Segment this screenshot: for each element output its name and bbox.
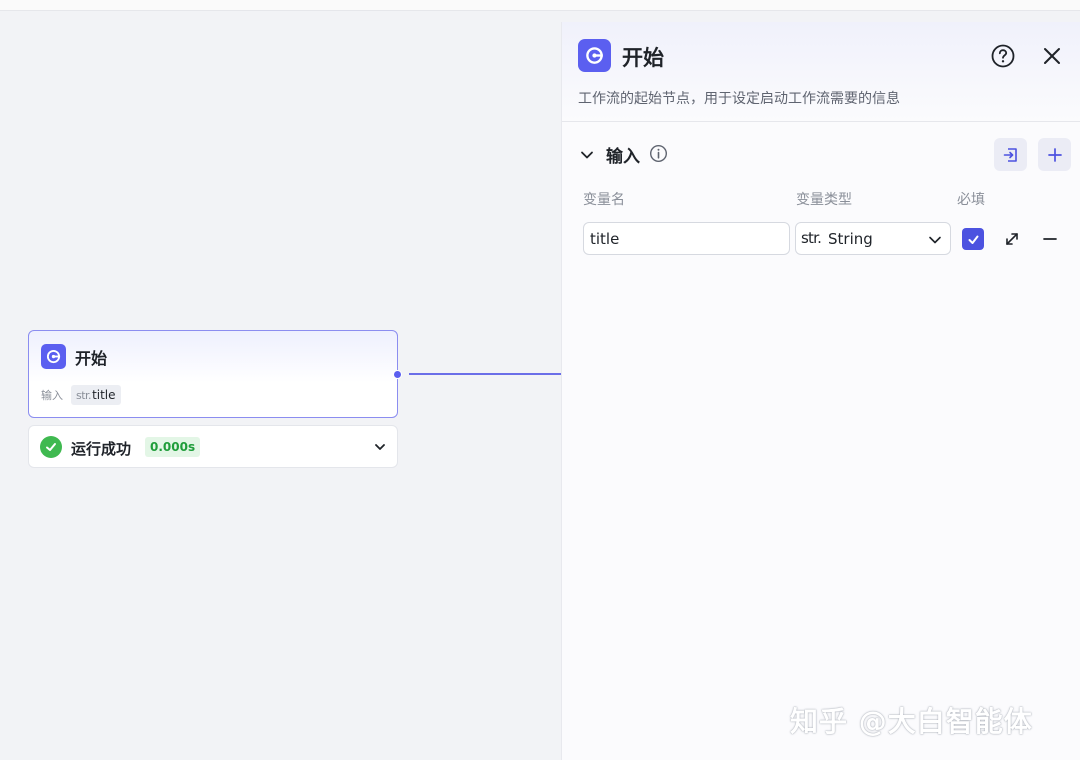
start-node-card[interactable]: 开始 输入 str. title [28,330,398,418]
start-node-icon [578,39,611,72]
success-check-icon [40,436,62,458]
watermark-text: 知乎 @大白智能体 [790,705,1033,738]
panel-title: 开始 [622,46,664,70]
node-config-panel: 开始 工作流的起始节点，用于设定启动工作流需要的信息 输入 变量名 变量类型 必… [561,22,1080,760]
node-title: 开始 [75,348,108,368]
node-header: 开始 [41,344,107,369]
chevron-down-icon[interactable] [373,439,387,458]
check-icon [968,235,978,244]
help-icon[interactable] [990,43,1016,69]
top-bar [0,0,1080,11]
panel-description: 工作流的起始节点，用于设定启动工作流需要的信息 [578,91,900,107]
close-icon[interactable] [1039,43,1065,69]
connection-edge[interactable] [409,373,561,375]
chevron-down-icon[interactable] [578,146,596,164]
import-variables-button[interactable] [994,138,1027,171]
info-icon[interactable] [649,144,668,163]
type-value: String [828,230,873,248]
type-prefix: str. [801,229,822,247]
node-output-port[interactable] [393,370,402,379]
column-header-required: 必填 [957,192,985,208]
add-variable-button[interactable] [1038,138,1071,171]
plus-icon [1047,147,1062,162]
node-inputs: 输入 str. title [41,385,121,405]
input-section-title: 输入 [606,147,640,167]
node-input-label: 输入 [41,389,63,402]
required-checkbox[interactable] [962,228,984,250]
start-node-icon [41,344,66,369]
import-icon [1003,147,1017,162]
panel-header: 开始 工作流的起始节点，用于设定启动工作流需要的信息 [562,22,1080,122]
node-variable-name: title [92,388,116,402]
variable-name-input[interactable] [583,222,790,255]
run-status-bar[interactable]: 运行成功 0.000s [28,425,398,468]
variable-type-select[interactable]: str. String [795,222,951,255]
node-variable-type: str. [76,388,92,402]
node-variable-chip: str. title [71,385,121,405]
chevron-down-icon [929,236,941,244]
remove-icon[interactable] [1040,229,1060,249]
column-header-name: 变量名 [583,192,625,208]
run-duration-badge: 0.000s [145,437,201,457]
run-status-text: 运行成功 [71,440,132,458]
expand-icon[interactable] [1002,229,1022,249]
column-header-type: 变量类型 [796,192,852,208]
